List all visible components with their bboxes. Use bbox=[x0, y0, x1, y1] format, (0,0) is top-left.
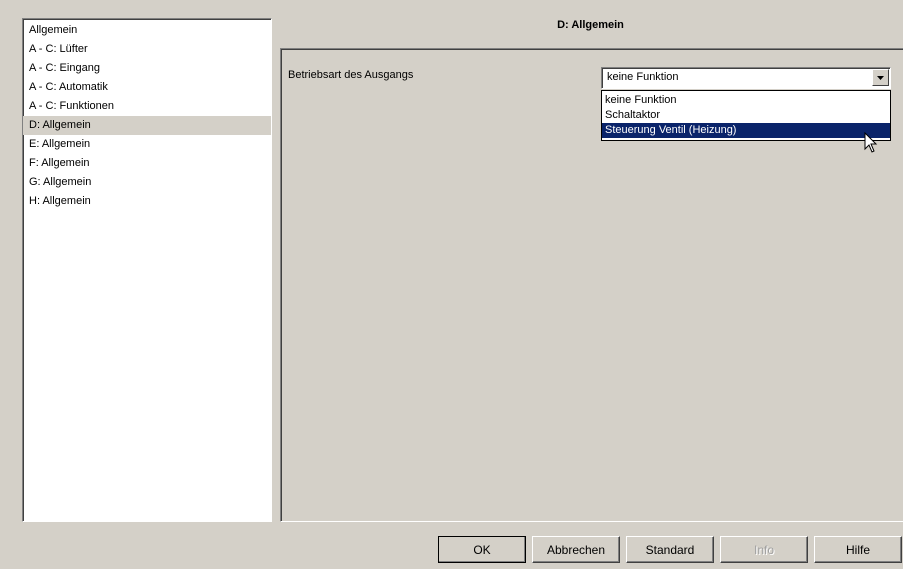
nav-item-h-allgemein[interactable]: H: Allgemein bbox=[23, 192, 271, 211]
nav-item-f-allgemein[interactable]: F: Allgemein bbox=[23, 154, 271, 173]
nav-item-allgemein[interactable]: Allgemein bbox=[23, 21, 271, 40]
cancel-button[interactable]: Abbrechen bbox=[532, 536, 620, 563]
nav-item-a-c-funktionen[interactable]: A - C: Funktionen bbox=[23, 97, 271, 116]
ok-button[interactable]: OK bbox=[438, 536, 526, 563]
nav-item-a-c-eingang[interactable]: A - C: Eingang bbox=[23, 59, 271, 78]
chevron-down-icon bbox=[877, 75, 884, 80]
info-button: Info bbox=[720, 536, 808, 563]
parameter-tree[interactable]: Allgemein A - C: Lüfter A - C: Eingang A… bbox=[22, 18, 272, 522]
mouse-pointer-icon bbox=[864, 132, 878, 153]
dropdown-option-steuerung-ventil[interactable]: Steuerung Ventil (Heizung) bbox=[602, 123, 890, 138]
page-title: D: Allgemein bbox=[557, 19, 624, 31]
combobox-value: keine Funktion bbox=[607, 71, 679, 83]
dropdown-option-schaltaktor[interactable]: Schaltaktor bbox=[602, 108, 890, 123]
standard-button[interactable]: Standard bbox=[626, 536, 714, 563]
nav-item-e-allgemein[interactable]: E: Allgemein bbox=[23, 135, 271, 154]
combobox-dropdown-button[interactable] bbox=[872, 69, 889, 86]
nav-item-d-allgemein[interactable]: D: Allgemein bbox=[23, 116, 271, 135]
operating-mode-combobox[interactable]: keine Funktion bbox=[601, 67, 891, 89]
nav-item-a-c-automatik[interactable]: A - C: Automatik bbox=[23, 78, 271, 97]
nav-item-g-allgemein[interactable]: G: Allgemein bbox=[23, 173, 271, 192]
operating-mode-label: Betriebsart des Ausgangs bbox=[288, 69, 414, 81]
nav-item-a-c-luefter[interactable]: A - C: Lüfter bbox=[23, 40, 271, 59]
help-button[interactable]: Hilfe bbox=[814, 536, 902, 563]
dropdown-option-keine-funktion[interactable]: keine Funktion bbox=[602, 93, 890, 108]
operating-mode-dropdown-list[interactable]: keine Funktion Schaltaktor Steuerung Ven… bbox=[601, 90, 891, 141]
